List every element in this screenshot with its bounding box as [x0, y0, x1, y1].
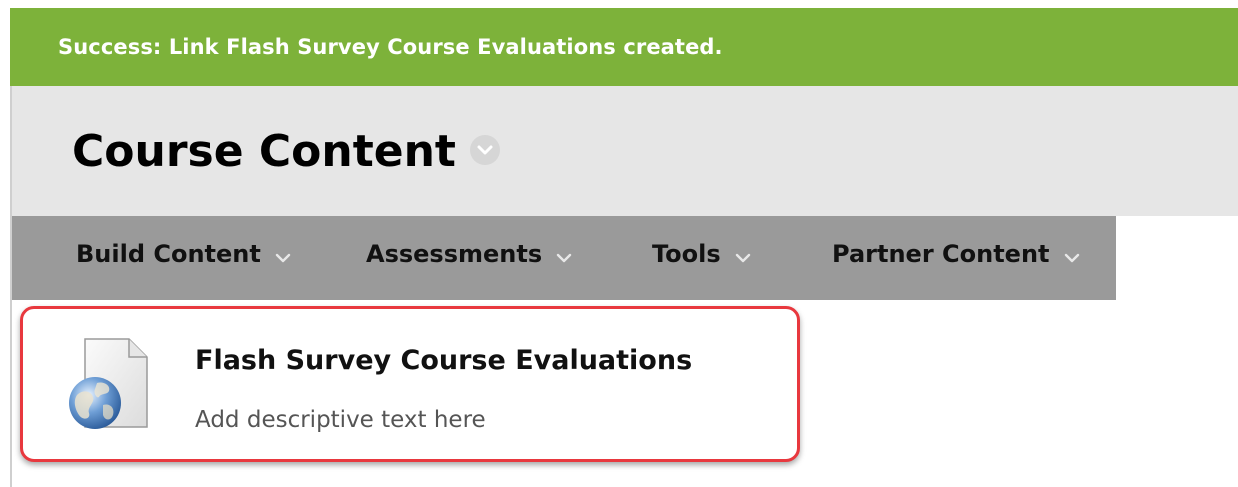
- chevron-down-icon: [735, 242, 751, 270]
- success-notification: Success: Link Flash Survey Course Evalua…: [10, 8, 1238, 86]
- partner-content-label: Partner Content: [832, 240, 1050, 268]
- chevron-down-icon: [275, 242, 291, 270]
- chevron-down-icon: [556, 242, 572, 270]
- tools-menu[interactable]: Tools: [652, 240, 751, 268]
- content-item-description: Add descriptive text here: [195, 407, 486, 433]
- content-toolbar: Build Content Assessments Tools Partner …: [12, 216, 1116, 300]
- page-title-wrapper: Course Content: [72, 122, 500, 182]
- course-content-page: Success: Link Flash Survey Course Evalua…: [0, 0, 1238, 487]
- partner-content-menu[interactable]: Partner Content: [832, 240, 1080, 268]
- page-header: Course Content: [12, 86, 1238, 216]
- assessments-menu[interactable]: Assessments: [366, 240, 572, 268]
- build-content-label: Build Content: [76, 240, 261, 268]
- assessments-label: Assessments: [366, 240, 543, 268]
- page-title: Course Content: [72, 126, 456, 177]
- title-menu-chevron-icon[interactable]: [469, 135, 500, 165]
- build-content-menu[interactable]: Build Content: [76, 240, 291, 268]
- success-message: Success: Link Flash Survey Course Evalua…: [58, 35, 723, 59]
- chevron-down-icon: [1064, 242, 1080, 270]
- tools-label: Tools: [652, 240, 721, 268]
- web-link-document-icon: [63, 335, 153, 435]
- content-item-title[interactable]: Flash Survey Course Evaluations: [195, 345, 692, 376]
- content-item-card: Flash Survey Course Evaluations Add desc…: [20, 306, 800, 462]
